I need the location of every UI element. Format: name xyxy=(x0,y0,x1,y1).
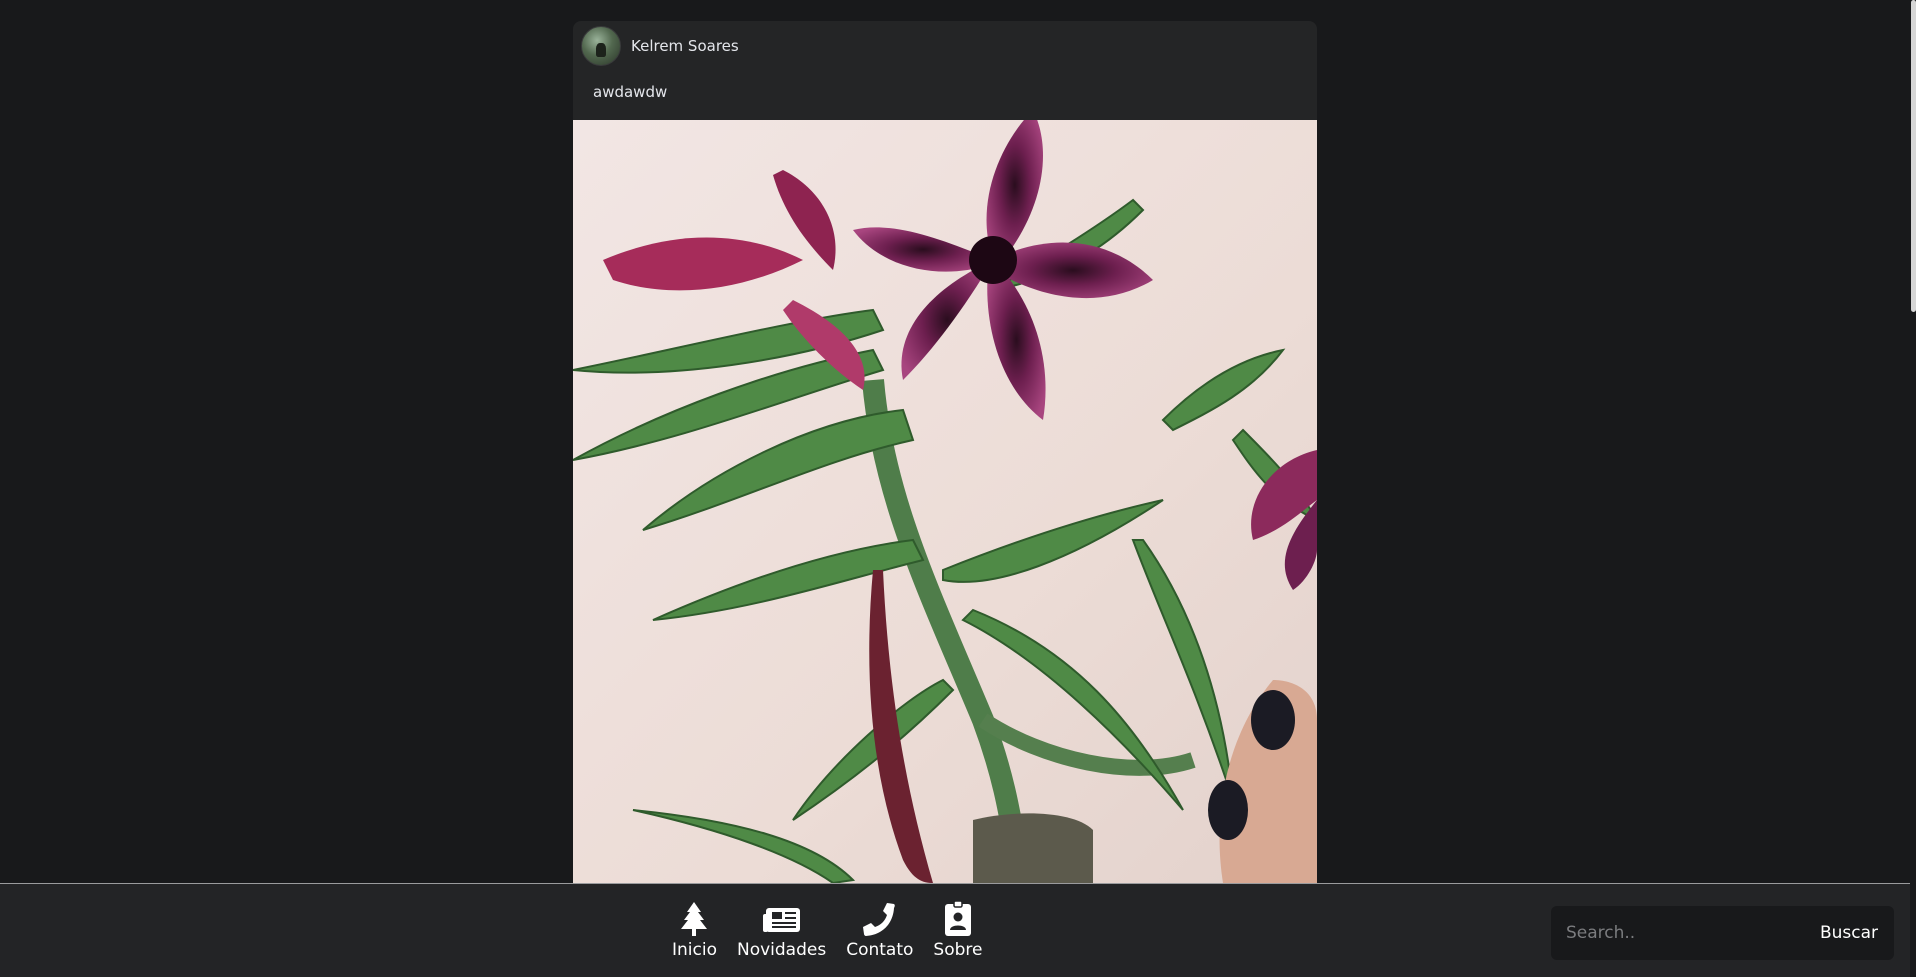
id-badge-icon xyxy=(944,900,971,936)
post-card: Kelrem Soares awdawdw xyxy=(573,21,1317,883)
newspaper-icon xyxy=(762,908,800,932)
post-header: Kelrem Soares xyxy=(573,21,1317,71)
nav-label-novidades: Novidades xyxy=(736,940,827,960)
post-photo[interactable] xyxy=(573,120,1317,883)
post-caption: awdawdw xyxy=(593,83,668,101)
nav-menu: Inicio Novidades Contato Sobre xyxy=(672,900,982,960)
nav-label-inicio: Inicio xyxy=(672,940,717,960)
nav-item-inicio[interactable]: Inicio xyxy=(672,900,717,960)
avatar[interactable] xyxy=(581,26,621,66)
search-bar: Buscar xyxy=(1551,906,1894,960)
scrollbar[interactable] xyxy=(1910,0,1916,977)
bottom-navbar: Inicio Novidades Contato Sobre Search.. … xyxy=(0,883,1910,977)
nav-item-novidades[interactable]: Novidades xyxy=(737,900,826,960)
scrollbar-thumb[interactable] xyxy=(1911,0,1916,312)
flower-photo xyxy=(573,120,1317,883)
page: Kelrem Soares awdawdw Inicio Novidades C… xyxy=(0,0,1916,977)
tree-icon xyxy=(681,902,708,936)
nav-label-contato: Contato xyxy=(846,940,914,960)
phone-icon xyxy=(862,903,895,936)
nav-item-contato[interactable]: Contato xyxy=(846,900,913,960)
search-input[interactable] xyxy=(1551,906,1804,960)
nav-label-sobre: Sobre xyxy=(933,940,983,960)
search-button[interactable]: Buscar xyxy=(1804,923,1894,943)
post-author[interactable]: Kelrem Soares xyxy=(631,37,739,55)
nav-item-sobre[interactable]: Sobre xyxy=(933,900,982,960)
